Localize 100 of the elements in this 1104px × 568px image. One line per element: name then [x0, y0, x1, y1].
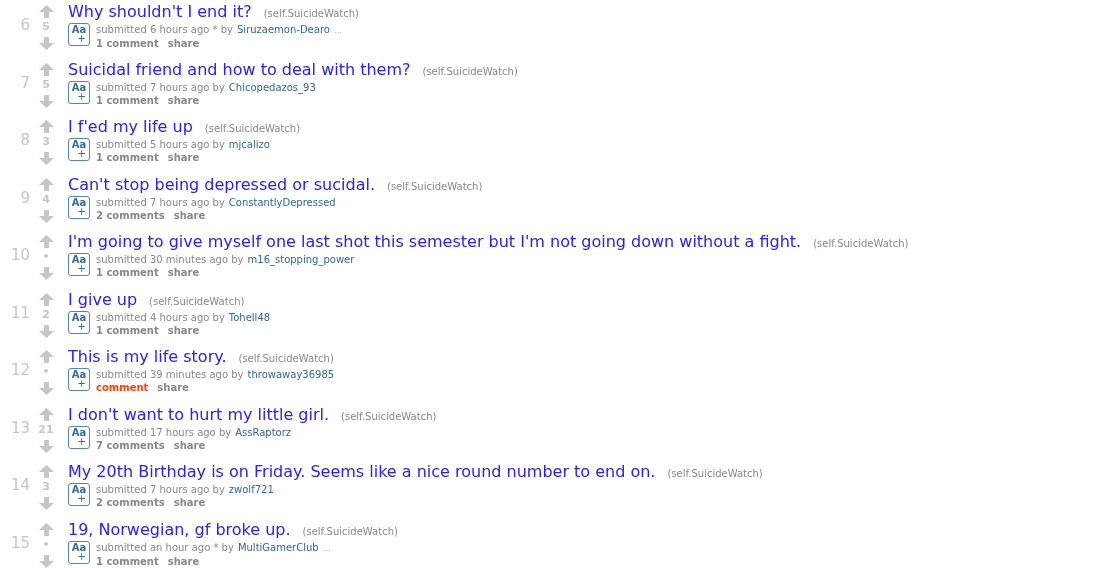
post-title-link[interactable]: Suicidal friend and how to deal with them?	[68, 59, 411, 79]
downvote-arrow-icon[interactable]	[38, 94, 54, 108]
self-post-thumbnail-icon[interactable]: Aa +	[68, 368, 90, 391]
submitted-text: submitted 4 hours ago by	[96, 311, 225, 323]
submitted-text: submitted 30 minutes ago by	[96, 254, 244, 265]
score: 3	[42, 135, 50, 148]
author-link[interactable]: zwolf721	[228, 484, 274, 495]
post-title-link[interactable]: Why shouldn't I end it?	[68, 2, 252, 21]
downvote-arrow-icon[interactable]	[38, 497, 54, 510]
author-link[interactable]: AssRaptorz	[235, 426, 292, 438]
post-title-link[interactable]: This is my life story.	[68, 347, 227, 366]
upvote-arrow-icon[interactable]	[38, 350, 54, 363]
self-post-thumbnail-icon[interactable]: Aa +	[68, 483, 90, 506]
self-post-thumbnail-icon[interactable]: Aa +	[68, 23, 90, 46]
score: 3	[42, 480, 50, 493]
downvote-arrow-icon[interactable]	[38, 267, 54, 280]
author-link[interactable]: ConstantlyDepressed	[228, 196, 336, 208]
comments-link[interactable]: 1 comment	[96, 324, 159, 337]
author-link[interactable]: Tohell48	[228, 311, 271, 323]
upvote-arrow-icon[interactable]	[38, 465, 54, 478]
submitted-text: submitted 6 hours ago * by	[96, 24, 233, 35]
upvote-arrow-icon[interactable]	[38, 5, 54, 18]
share-link[interactable]: share	[167, 94, 200, 107]
domain-label: (self.SuicideWatch)	[302, 524, 398, 539]
share-link[interactable]: share	[167, 152, 200, 164]
downvote-arrow-icon[interactable]	[38, 209, 54, 223]
post-title-link[interactable]: I give up	[68, 289, 138, 309]
upvote-arrow-icon[interactable]	[38, 407, 54, 421]
comments-link[interactable]: 1 comment	[96, 38, 159, 50]
submitted-text: submitted 17 hours ago by	[96, 426, 232, 438]
share-link[interactable]: share	[167, 267, 200, 279]
self-post-thumbnail-icon[interactable]: Aa +	[68, 80, 90, 104]
submitted-text: submitted 7 hours ago by	[96, 81, 225, 93]
submitted-text: submitted 7 hours ago by	[96, 484, 225, 495]
self-post-thumbnail-icon[interactable]: Aa +	[68, 425, 90, 449]
comments-link[interactable]: 1 comment	[96, 267, 159, 279]
comments-link[interactable]: 1 comment	[96, 94, 159, 107]
upvote-arrow-icon[interactable]	[38, 292, 54, 306]
domain-label: (self.SuicideWatch)	[204, 122, 301, 136]
domain-label: (self.SuicideWatch)	[149, 294, 245, 309]
rank-number: 9	[19, 188, 30, 207]
post-title-link[interactable]: I f'ed my life up	[68, 117, 193, 136]
score: •	[42, 537, 50, 551]
self-post-thumbnail-icon[interactable]: Aa +	[68, 540, 90, 564]
author-link[interactable]: m16_stopping_power	[247, 254, 355, 265]
rank-number: 10	[9, 246, 30, 264]
rank-number: 13	[9, 418, 30, 437]
rank-number: 12	[9, 361, 30, 379]
share-link[interactable]: share	[167, 555, 200, 568]
upvote-arrow-icon[interactable]	[38, 235, 54, 248]
submitted-text: submitted an hour ago * by	[96, 541, 234, 553]
author-link[interactable]: throwaway36985	[247, 369, 335, 380]
share-link[interactable]: share	[173, 497, 206, 509]
domain-label: (self.SuicideWatch)	[667, 467, 763, 481]
author-link[interactable]: mjcalizo	[228, 139, 270, 150]
post-title-link[interactable]: I'm going to give myself one last shot this semester but I'm not going down without a fight.	[68, 232, 802, 251]
self-post-thumbnail-icon[interactable]: Aa +	[68, 253, 90, 276]
score: •	[42, 365, 50, 378]
downvote-arrow-icon[interactable]	[38, 554, 54, 568]
comments-link[interactable]: 2 comments	[96, 497, 165, 509]
downvote-arrow-icon[interactable]	[38, 382, 54, 395]
share-link[interactable]: share	[173, 209, 206, 222]
comments-link[interactable]: comment	[96, 382, 149, 394]
post-title-link[interactable]: I don't want to hurt my little girl.	[68, 404, 330, 424]
score: 5	[42, 20, 50, 33]
upvote-arrow-icon[interactable]	[38, 62, 54, 76]
submitted-text: submitted 39 minutes ago by	[96, 369, 244, 380]
upvote-arrow-icon[interactable]	[38, 177, 54, 191]
comments-link[interactable]: 7 comments	[96, 439, 165, 452]
post-title-link[interactable]: Can't stop being depressed or sucidal.	[68, 174, 375, 194]
downvote-arrow-icon[interactable]	[38, 439, 54, 453]
author-link[interactable]: Chicopedazos_93	[228, 81, 316, 93]
share-link[interactable]: share	[167, 324, 200, 337]
domain-label: (self.SuicideWatch)	[422, 64, 518, 79]
comments-link[interactable]: 1 comment	[96, 555, 159, 568]
rank-number: 8	[19, 131, 30, 149]
downvote-arrow-icon[interactable]	[38, 37, 54, 50]
share-link[interactable]: share	[173, 439, 206, 452]
share-link[interactable]: share	[167, 38, 200, 50]
post-title-link[interactable]: 19, Norwegian, gf broke up.	[68, 519, 291, 539]
ellipsis-text: …	[322, 543, 331, 553]
domain-label: (self.SuicideWatch)	[341, 409, 437, 424]
author-link[interactable]: Siruzaemon-Dearo	[237, 24, 330, 35]
downvote-arrow-icon[interactable]	[38, 152, 54, 165]
author-link[interactable]: MultiGamerClub	[237, 541, 319, 553]
domain-label: (self.SuicideWatch)	[813, 237, 909, 251]
rank-number: 14	[9, 476, 30, 494]
self-post-thumbnail-icon[interactable]: Aa +	[68, 310, 90, 334]
comments-link[interactable]: 1 comment	[96, 152, 159, 164]
self-post-thumbnail-icon[interactable]: Aa +	[68, 138, 90, 161]
domain-label: (self.SuicideWatch)	[263, 7, 359, 21]
post-title-link[interactable]: My 20th Birthday is on Friday. Seems like a nice round number to end on.	[68, 462, 656, 481]
upvote-arrow-icon[interactable]	[38, 120, 54, 133]
domain-label: (self.SuicideWatch)	[387, 179, 483, 194]
upvote-arrow-icon[interactable]	[38, 522, 54, 536]
self-post-thumbnail-icon[interactable]: Aa +	[68, 195, 90, 219]
rank-number: 6	[19, 16, 30, 34]
share-link[interactable]: share	[157, 382, 189, 394]
downvote-arrow-icon[interactable]	[38, 324, 54, 338]
comments-link[interactable]: 2 comments	[96, 209, 165, 222]
